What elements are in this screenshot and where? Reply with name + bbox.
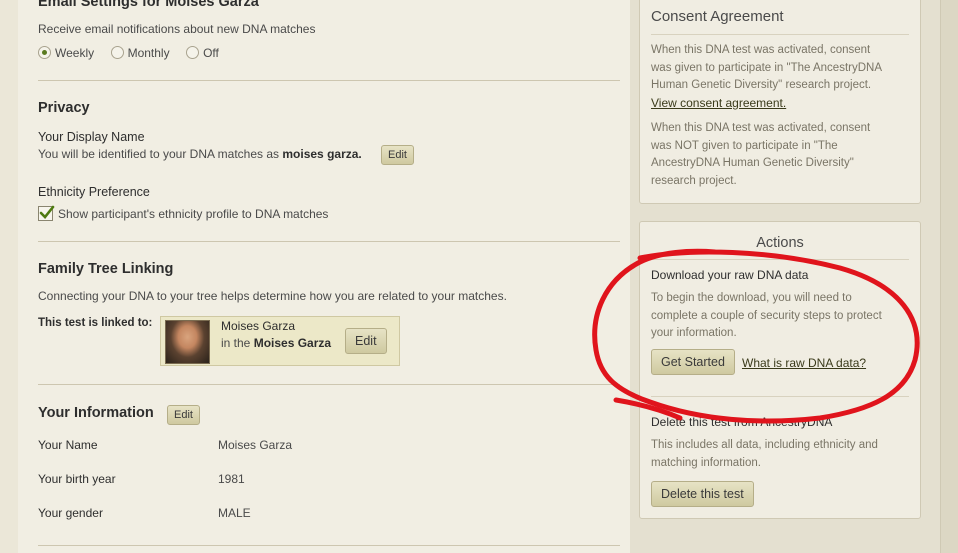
consent-text-not-given: When this DNA test was activated, consen… [651, 120, 870, 190]
your-name-label: Your Name [38, 438, 98, 452]
divider [651, 259, 909, 260]
download-raw-dna-title: Download your raw DNA data [651, 268, 809, 282]
gender-value: MALE [218, 506, 251, 520]
consent-not-given-line: was NOT given to participate in "The [651, 139, 838, 152]
consent-agreement-card: Consent Agreement When this DNA test was… [639, 0, 921, 204]
download-desc-line: To begin the download, you will need to [651, 292, 852, 304]
consent-text-given: When this DNA test was activated, consen… [651, 42, 882, 113]
consent-not-given-line: AncestryDNA Human Genetic Diversity" [651, 157, 854, 169]
view-consent-link[interactable]: View consent agreement. [651, 96, 786, 110]
gender-label: Your gender [38, 506, 103, 520]
email-settings-desc: Receive email notifications about new DN… [38, 22, 316, 36]
what-is-raw-dna-link[interactable]: What is raw DNA data? [742, 356, 866, 370]
birth-year-value: 1981 [218, 472, 245, 486]
radio-off[interactable]: Off [186, 44, 219, 62]
radio-weekly-label: Weekly [55, 46, 95, 60]
ethnicity-checkbox-label: Show participant's ethnicity profile to … [58, 207, 329, 221]
display-name-value: moises garza. [282, 147, 362, 161]
display-name-label: Your Display Name [38, 130, 145, 144]
radio-weekly[interactable]: Weekly [38, 44, 94, 62]
linked-tree-text: in the Moises Garza [221, 336, 331, 350]
birth-year-label: Your birth year [38, 472, 116, 486]
consent-not-given-line: research project. [651, 174, 737, 187]
privacy-title: Privacy [38, 100, 90, 116]
email-frequency-radio-group: Weekly Monthly Off [38, 44, 231, 62]
download-desc-line: your information. [651, 327, 737, 339]
delete-test-title: Delete this test from AncestryDNA [651, 415, 833, 429]
divider [651, 396, 909, 397]
divider [651, 34, 909, 35]
ethnicity-checkbox[interactable] [38, 205, 55, 221]
display-name-text: You will be identified to your DNA match… [38, 147, 362, 161]
divider [38, 80, 620, 81]
your-name-value: Moises Garza [218, 438, 293, 452]
radio-monthly-label: Monthly [127, 46, 170, 60]
linked-tree-card: Moises Garza in the Moises Garza Edit [160, 316, 400, 366]
email-settings-title: Email Settings for Moises Garza [38, 0, 259, 10]
radio-monthly-circle[interactable] [110, 46, 124, 59]
get-started-button[interactable]: Get Started [651, 349, 735, 375]
consent-not-given-line: When this DNA test was activated, consen… [651, 122, 871, 134]
family-tree-title: Family Tree Linking [38, 261, 174, 277]
consent-given-line: Human Genetic Diversity" research projec… [651, 79, 872, 91]
delete-desc-line: This includes all data, including ethnic… [651, 439, 878, 451]
family-tree-desc: Connecting your DNA to your tree helps d… [38, 289, 507, 303]
tree-link-edit-button[interactable]: Edit [345, 328, 387, 354]
your-information-title: Your Information [38, 405, 154, 421]
avatar [165, 320, 210, 364]
linked-tree-name: Moises Garza [253, 336, 332, 350]
consent-agreement-title: Consent Agreement [651, 8, 784, 25]
consent-given-line: was given to participate in "The Ancestr… [651, 61, 882, 74]
actions-card: Actions Download your raw DNA data To be… [639, 221, 921, 519]
display-name-desc: You will be identified to your DNA match… [38, 147, 280, 161]
linked-person-name: Moises Garza [221, 319, 296, 333]
radio-off-circle[interactable] [186, 46, 200, 59]
your-information-edit-button[interactable]: Edit [167, 405, 200, 425]
delete-test-desc: This includes all data, including ethnic… [651, 437, 878, 472]
radio-monthly[interactable]: Monthly [110, 44, 170, 62]
download-raw-dna-desc: To begin the download, you will need to … [651, 290, 882, 343]
page-edge [940, 0, 958, 553]
divider [38, 545, 620, 546]
ethnicity-checkbox-row[interactable]: Show participant's ethnicity profile to … [38, 205, 329, 221]
delete-desc-line: matching information. [651, 456, 761, 469]
delete-test-button[interactable]: Delete this test [651, 481, 754, 507]
linked-tree-in-the: in the [221, 336, 251, 350]
divider [38, 384, 620, 385]
checkmark-icon [39, 205, 55, 219]
divider [38, 241, 620, 242]
display-name-edit-button[interactable]: Edit [381, 145, 414, 165]
actions-title: Actions [756, 235, 804, 251]
linked-label: This test is linked to: [38, 317, 153, 329]
consent-given-line: When this DNA test was activated, consen… [651, 44, 871, 56]
radio-off-label: Off [203, 46, 219, 60]
ethnicity-preference-label: Ethnicity Preference [38, 185, 150, 199]
radio-weekly-circle[interactable] [38, 46, 51, 59]
download-desc-line: complete a couple of security steps to p… [651, 309, 882, 322]
